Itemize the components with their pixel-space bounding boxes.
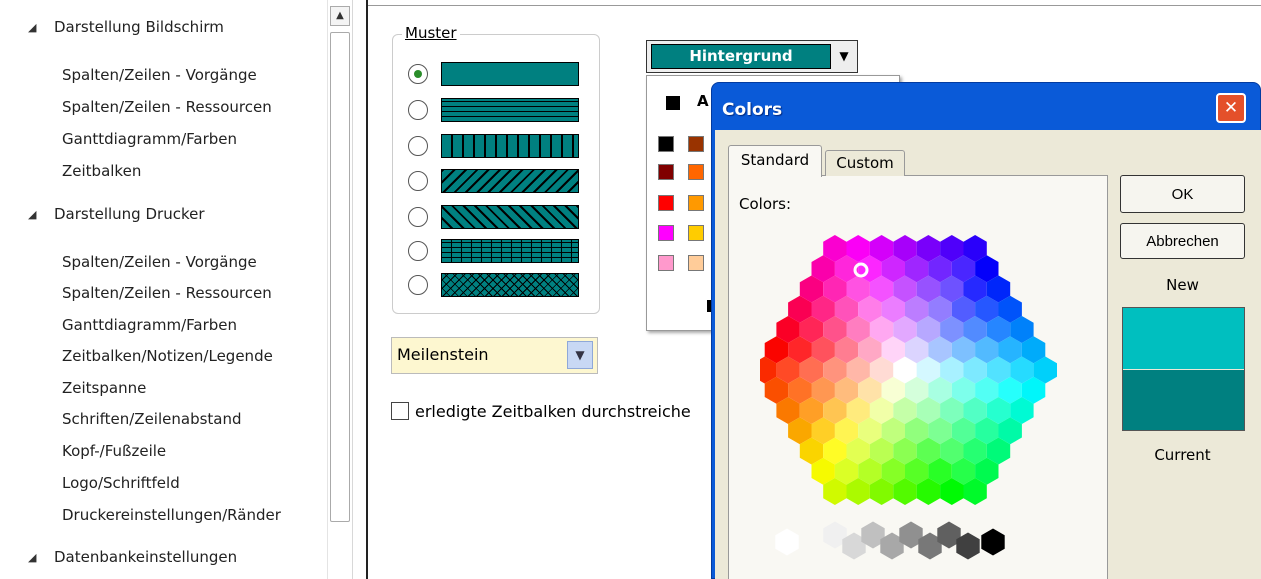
tab-standard[interactable]: Standard xyxy=(728,145,822,177)
tree-item[interactable]: Spalten/Zeilen - Vorgänge xyxy=(62,253,257,271)
tree-item[interactable]: Zeitspanne xyxy=(62,379,146,397)
tree-item[interactable]: Spalten/Zeilen - Vorgänge xyxy=(62,66,257,84)
chevron-down-icon[interactable]: ▼ xyxy=(567,341,593,369)
current-color-preview xyxy=(1123,370,1244,430)
color-swatch[interactable] xyxy=(688,136,704,152)
color-swatch[interactable] xyxy=(658,225,674,241)
muster-group-title: Muster xyxy=(402,24,460,42)
pattern-radio-vertical[interactable] xyxy=(408,136,428,156)
pattern-swatch-diagonal-down[interactable] xyxy=(441,169,579,193)
colors-dialog-title: Colors xyxy=(722,100,783,120)
color-swatch[interactable] xyxy=(658,136,674,152)
tree-item[interactable]: Druckereinstellungen/Ränder xyxy=(62,506,281,524)
current-color-label: Current xyxy=(1154,446,1211,464)
color-swatch[interactable] xyxy=(658,195,674,211)
tree-group-datenbankeinstellungen[interactable]: ◢ Datenbankeinstellungen xyxy=(28,548,237,566)
pattern-swatch-diagonal-up[interactable] xyxy=(441,205,579,229)
automatic-color-swatch[interactable] xyxy=(666,96,680,110)
collapse-triangle-icon[interactable]: ◢ xyxy=(28,208,36,221)
cancel-button[interactable]: Abbrechen xyxy=(1120,223,1245,259)
tree-group-darstellung-drucker[interactable]: ◢ Darstellung Drucker xyxy=(28,205,205,223)
pattern-swatch-solid[interactable] xyxy=(441,62,579,86)
collapse-triangle-icon[interactable]: ◢ xyxy=(28,551,36,564)
strikethrough-checkbox[interactable] xyxy=(391,402,409,420)
pattern-radio-horizontal[interactable] xyxy=(408,100,428,120)
background-color-label[interactable]: Hintergrund xyxy=(651,44,831,69)
scroll-up-arrow-icon[interactable]: ▲ xyxy=(330,6,350,26)
gray-white[interactable] xyxy=(775,528,799,556)
pane-divider xyxy=(366,0,368,579)
automatic-color-label[interactable]: A xyxy=(697,92,709,110)
color-swatch[interactable] xyxy=(688,225,704,241)
tree-item[interactable]: Logo/Schriftfeld xyxy=(62,474,180,492)
scroll-thumb[interactable] xyxy=(330,32,350,522)
colors-label: Colors: xyxy=(739,195,792,213)
pattern-radio-grid[interactable] xyxy=(408,241,428,261)
new-color-preview xyxy=(1123,308,1244,369)
tree-item[interactable]: Spalten/Zeilen - Ressourcen xyxy=(62,98,272,116)
pattern-swatch-crosshatch[interactable] xyxy=(441,273,579,297)
pattern-swatch-grid[interactable] xyxy=(441,239,579,263)
collapse-triangle-icon[interactable]: ◢ xyxy=(28,21,36,34)
top-border xyxy=(368,5,1261,6)
gray-black[interactable] xyxy=(981,528,1005,556)
tree-item[interactable]: Zeitbalken/Notizen/Legende xyxy=(62,347,273,365)
tree-item[interactable]: Kopf-/Fußzeile xyxy=(62,442,166,460)
pattern-radio-diagonal-down[interactable] xyxy=(408,171,428,191)
pattern-radio-crosshatch[interactable] xyxy=(408,275,428,295)
close-icon[interactable]: ✕ xyxy=(1216,93,1246,123)
color-swatch[interactable] xyxy=(688,255,704,271)
tree-item[interactable]: Zeitbalken xyxy=(62,162,141,180)
tree-group-darstellung-bildschirm[interactable]: ◢ Darstellung Bildschirm xyxy=(28,18,224,36)
chevron-down-icon[interactable]: ▼ xyxy=(835,44,853,69)
tree-item[interactable]: Spalten/Zeilen - Ressourcen xyxy=(62,284,272,302)
pattern-radio-diagonal-up[interactable] xyxy=(408,207,428,227)
color-hexagon-picker[interactable] xyxy=(760,230,1090,579)
color-swatch[interactable] xyxy=(658,164,674,180)
color-swatch[interactable] xyxy=(688,195,704,211)
tree-item[interactable]: Ganttdiagramm/Farben xyxy=(62,316,237,334)
tree-item[interactable]: Ganttdiagramm/Farben xyxy=(62,130,237,148)
ok-button[interactable]: OK xyxy=(1120,175,1245,213)
strikethrough-checkbox-label[interactable]: erledigte Zeitbalken durchstreiche xyxy=(415,402,691,421)
pattern-swatch-horizontal[interactable] xyxy=(441,98,579,122)
color-swatch[interactable] xyxy=(688,164,704,180)
tab-custom[interactable]: Custom xyxy=(825,150,905,176)
bar-type-value: Meilenstein xyxy=(397,345,489,364)
tree-item[interactable]: Schriften/Zeilenabstand xyxy=(62,410,242,428)
color-swatch[interactable] xyxy=(658,255,674,271)
new-color-label: New xyxy=(1166,276,1199,294)
pattern-swatch-vertical[interactable] xyxy=(441,134,579,158)
pattern-radio-solid[interactable] xyxy=(408,64,428,84)
